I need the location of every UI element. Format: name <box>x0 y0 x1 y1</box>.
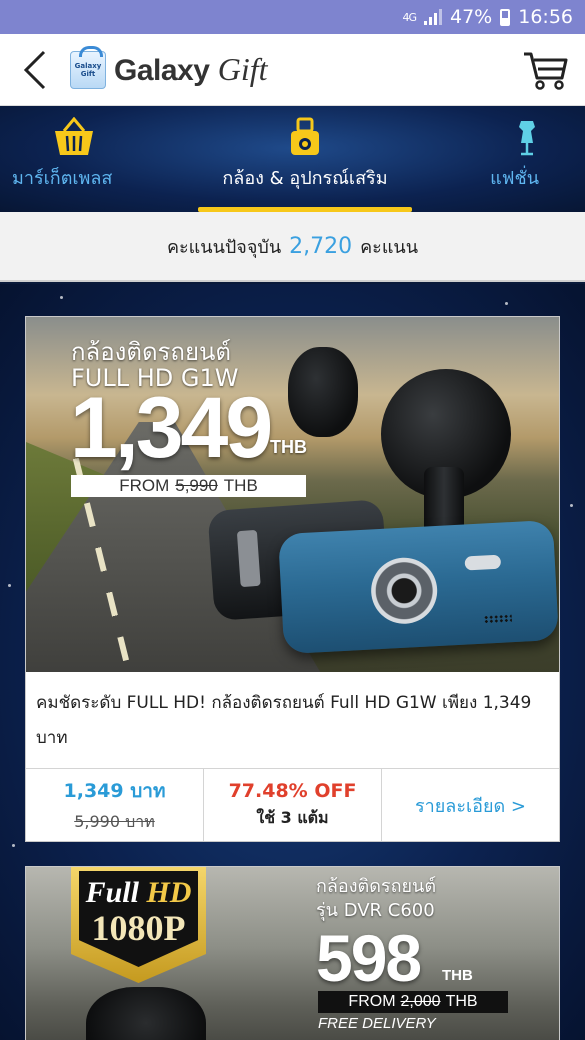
dashcam-image <box>86 987 206 1040</box>
lens-image <box>369 556 439 626</box>
banner-currency: THB <box>270 437 307 457</box>
details-button[interactable]: รายละเอียด > <box>382 769 559 841</box>
price-cell: 1,349 บาท 5,990 บาท <box>26 769 204 841</box>
star-decoration <box>505 302 508 305</box>
banner-price: 598 <box>316 921 422 995</box>
dress-form-icon <box>515 117 539 157</box>
banner-currency: THB <box>442 967 473 984</box>
back-button[interactable] <box>0 34 70 106</box>
sale-price: 1,349 บาท <box>63 779 166 802</box>
points-prefix: คะแนนปัจจุบัน <box>166 236 282 258</box>
original-price: 5,990 บาท <box>74 811 155 831</box>
points-value: 2,720 <box>289 233 353 259</box>
free-delivery-label: FREE DELIVERY <box>318 1015 436 1032</box>
tab-fashion[interactable]: แฟชั่น <box>440 106 585 212</box>
clock: 16:56 <box>518 6 573 28</box>
discount-cell: 77.48% OFF ใช้ 3 แต้ม <box>204 769 382 841</box>
star-decoration <box>60 296 63 299</box>
product-description[interactable]: คมชัดระดับ FULL HD! กล้องติดรถยนต์ Full … <box>26 672 559 769</box>
signal-icon <box>424 9 442 25</box>
star-decoration <box>12 844 15 847</box>
product-banner[interactable]: กล้องติดรถยนต์ FULL HD G1W 1,349 THB FRO… <box>26 317 559 672</box>
galaxy-gift-logo[interactable]: Galaxy Gift Galaxy Gift <box>70 45 268 89</box>
gift-box-icon: Galaxy Gift <box>70 45 106 89</box>
product-footer: 1,349 บาท 5,990 บาท 77.48% OFF ใช้ 3 แต้… <box>26 769 559 841</box>
basket-icon <box>12 117 96 157</box>
points-suffix: คะแนน <box>360 236 419 258</box>
tab-label: มาร์เก็ตเพลส <box>12 168 113 189</box>
battery-percent: 47% <box>450 6 493 28</box>
camera-mount-image <box>288 347 358 437</box>
network-type: 4G <box>402 10 416 24</box>
dashcam-front-image <box>278 519 559 655</box>
status-bar: 4G 47% 16:56 <box>0 0 585 34</box>
camera-icon <box>288 117 322 157</box>
star-decoration <box>570 504 573 507</box>
product-list[interactable]: กล้องติดรถยนต์ FULL HD G1W 1,349 THB FRO… <box>0 284 585 1040</box>
product-banner[interactable]: Full HD 1080P กล้องติดรถยนต์ รุ่น DVR C6… <box>26 867 559 1040</box>
chevron-left-icon <box>23 50 46 89</box>
banner-original-price: FROM 2,000 THB <box>318 991 508 1013</box>
tab-marketplace[interactable]: มาร์เก็ตเพลส <box>0 106 170 212</box>
cart-button[interactable] <box>505 34 585 106</box>
logo-text-galaxy: Galaxy <box>114 54 210 87</box>
banner-title: กล้องติดรถยนต์ รุ่น DVR C600 <box>316 876 437 921</box>
details-link[interactable]: รายละเอียด > <box>415 791 526 820</box>
app-header: Galaxy Gift Galaxy Gift <box>0 34 585 106</box>
category-tabs: มาร์เก็ตเพลส กล้อง & อุปกรณ์เสริม แฟชั่น <box>0 106 585 212</box>
points-balance-bar: คะแนนปัจจุบัน 2,720 คะแนน <box>0 212 585 282</box>
discount-percent: 77.48% OFF <box>228 779 357 802</box>
tab-camera-accessories[interactable]: กล้อง & อุปกรณ์เสริม <box>170 106 440 212</box>
banner-original-price: FROM 5,990 THB <box>71 475 306 497</box>
banner-price: 1,349 <box>70 380 273 476</box>
star-decoration <box>8 584 11 587</box>
product-card[interactable]: กล้องติดรถยนต์ FULL HD G1W 1,349 THB FRO… <box>25 316 560 842</box>
tab-label: แฟชั่น <box>490 168 539 189</box>
battery-icon <box>500 8 511 26</box>
points-required: ใช้ 3 แต้ม <box>256 807 329 827</box>
product-card[interactable]: Full HD 1080P กล้องติดรถยนต์ รุ่น DVR C6… <box>25 866 560 1040</box>
tab-label: กล้อง & อุปกรณ์เสริม <box>222 168 388 189</box>
logo-text-gift: Gift <box>217 51 268 87</box>
shopping-cart-icon <box>524 52 568 90</box>
